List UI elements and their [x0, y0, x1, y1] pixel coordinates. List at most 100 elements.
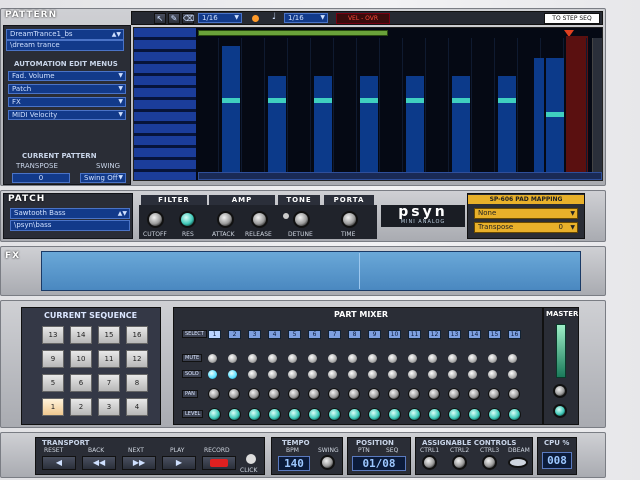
sp606-mapping-dropdown[interactable]: None ▼: [474, 208, 578, 219]
note[interactable]: [498, 98, 516, 103]
select-button-8[interactable]: 8: [348, 330, 361, 339]
automation-volume-dropdown[interactable]: Fad. Volume ▼: [8, 71, 126, 81]
sequence-pad-7[interactable]: 7: [98, 374, 120, 392]
select-button-5[interactable]: 5: [288, 330, 301, 339]
sequence-pad-1[interactable]: 1: [42, 398, 64, 416]
solo-button-2[interactable]: [228, 370, 237, 379]
sequence-pad-2[interactable]: 2: [70, 398, 92, 416]
pencil-tool-button[interactable]: ✎: [168, 13, 180, 24]
note-column[interactable]: [498, 76, 516, 172]
note-column[interactable]: [406, 76, 424, 172]
ctrl3-knob[interactable]: [482, 455, 497, 470]
select-button-14[interactable]: 14: [468, 330, 481, 339]
pan-knob-16[interactable]: [508, 388, 520, 400]
note-column[interactable]: [534, 58, 544, 172]
sequence-pad-11[interactable]: 11: [98, 350, 120, 368]
automation-patch-dropdown[interactable]: Patch ▼: [8, 84, 126, 94]
note[interactable]: [222, 98, 240, 103]
sequence-pad-9[interactable]: 9: [42, 350, 64, 368]
next-button[interactable]: ▶▶: [122, 456, 156, 470]
pan-knob-1[interactable]: [208, 388, 220, 400]
eraser-tool-button[interactable]: ⌫: [182, 13, 194, 24]
vertical-scrollbar[interactable]: [592, 38, 602, 172]
level-knob-11[interactable]: [408, 408, 421, 421]
note[interactable]: [406, 98, 424, 103]
pan-knob-2[interactable]: [228, 388, 240, 400]
note[interactable]: [314, 98, 332, 103]
ctrl2-knob[interactable]: [452, 455, 467, 470]
select-button-4[interactable]: 4: [268, 330, 281, 339]
sequence-pad-10[interactable]: 10: [70, 350, 92, 368]
level-knob-2[interactable]: [228, 408, 241, 421]
select-button-6[interactable]: 6: [308, 330, 321, 339]
solo-button-14[interactable]: [468, 370, 477, 379]
select-button-1[interactable]: 1: [208, 330, 221, 339]
sequence-pad-16[interactable]: 16: [126, 326, 148, 344]
select-button-11[interactable]: 11: [408, 330, 421, 339]
to-step-seq-button[interactable]: TO STEP SEQ: [544, 13, 600, 24]
select-button-3[interactable]: 3: [248, 330, 261, 339]
transpose-field[interactable]: 0: [12, 173, 70, 183]
solo-button-16[interactable]: [508, 370, 517, 379]
level-knob-15[interactable]: [488, 408, 501, 421]
resonance-knob[interactable]: [179, 211, 196, 228]
swing-dropdown[interactable]: Swing Off ▼: [80, 173, 126, 183]
attack-knob[interactable]: [217, 211, 234, 228]
solo-button-3[interactable]: [248, 370, 257, 379]
select-button-7[interactable]: 7: [328, 330, 341, 339]
sequence-pad-14[interactable]: 14: [70, 326, 92, 344]
pan-knob-8[interactable]: [348, 388, 360, 400]
mute-button-7[interactable]: [328, 354, 337, 363]
mute-button-8[interactable]: [348, 354, 357, 363]
note-column[interactable]: [222, 46, 240, 172]
sequence-pad-13[interactable]: 13: [42, 326, 64, 344]
solo-button-10[interactable]: [388, 370, 397, 379]
level-knob-8[interactable]: [348, 408, 361, 421]
sp606-transpose-field[interactable]: Transpose 0 ▼: [474, 222, 578, 233]
pan-knob-7[interactable]: [328, 388, 340, 400]
note-column[interactable]: [314, 76, 332, 172]
master-pan-knob[interactable]: [553, 384, 567, 398]
master-level-knob[interactable]: [553, 404, 567, 418]
select-button-2[interactable]: 2: [228, 330, 241, 339]
pattern-name-dropdown[interactable]: DreamTrance1_bs ▲▼: [6, 29, 124, 40]
mute-button-3[interactable]: [248, 354, 257, 363]
level-knob-16[interactable]: [508, 408, 521, 421]
mute-button-16[interactable]: [508, 354, 517, 363]
mute-button-6[interactable]: [308, 354, 317, 363]
pan-knob-12[interactable]: [428, 388, 440, 400]
note[interactable]: [452, 98, 470, 103]
sequence-pad-8[interactable]: 8: [126, 374, 148, 392]
play-button[interactable]: ▶: [162, 456, 196, 470]
solo-button-4[interactable]: [268, 370, 277, 379]
solo-button-15[interactable]: [488, 370, 497, 379]
mute-button-1[interactable]: [208, 354, 217, 363]
mute-button-9[interactable]: [368, 354, 377, 363]
note-column[interactable]: [452, 76, 470, 172]
level-knob-10[interactable]: [388, 408, 401, 421]
cutoff-knob[interactable]: [147, 211, 164, 228]
solo-button-6[interactable]: [308, 370, 317, 379]
mute-button-13[interactable]: [448, 354, 457, 363]
sequence-pad-12[interactable]: 12: [126, 350, 148, 368]
pan-knob-6[interactable]: [308, 388, 320, 400]
note-column[interactable]: [360, 76, 378, 172]
record-button[interactable]: [202, 456, 236, 470]
sequence-pad-5[interactable]: 5: [42, 374, 64, 392]
mute-button-4[interactable]: [268, 354, 277, 363]
note-length-dropdown[interactable]: 1/16 ▼: [284, 13, 328, 23]
note-column[interactable]: [268, 76, 286, 172]
sequence-pad-15[interactable]: 15: [98, 326, 120, 344]
click-toggle[interactable]: [246, 454, 256, 464]
select-button-9[interactable]: 9: [368, 330, 381, 339]
select-button-10[interactable]: 10: [388, 330, 401, 339]
porta-time-knob[interactable]: [341, 211, 358, 228]
patch-name-dropdown[interactable]: Sawtooth Bass ▲▼: [10, 208, 130, 219]
mute-button-11[interactable]: [408, 354, 417, 363]
level-knob-3[interactable]: [248, 408, 261, 421]
select-button-13[interactable]: 13: [448, 330, 461, 339]
sequence-pad-6[interactable]: 6: [70, 374, 92, 392]
level-knob-6[interactable]: [308, 408, 321, 421]
solo-button-13[interactable]: [448, 370, 457, 379]
note[interactable]: [546, 112, 564, 117]
